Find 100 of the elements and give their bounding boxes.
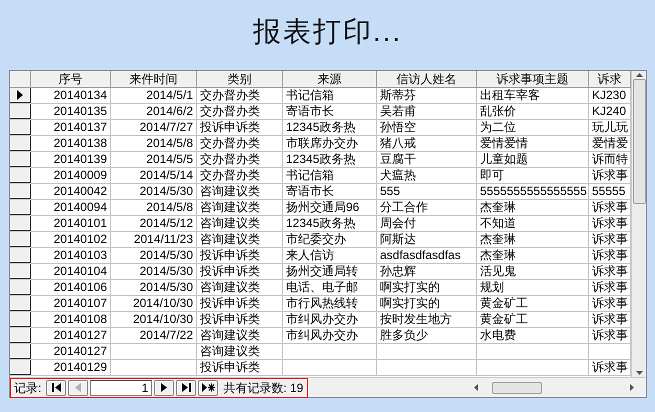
table-cell: 书记信箱 (283, 168, 377, 183)
scroll-right-icon[interactable] (630, 384, 634, 391)
table-cell: 投诉申诉类 (197, 296, 283, 311)
row-selector[interactable] (10, 360, 31, 375)
table-cell: 活见鬼 (477, 264, 589, 279)
table-cell: 投诉申诉类 (197, 360, 283, 375)
row-selector[interactable] (10, 248, 31, 263)
table-cell: 20140102 (31, 232, 111, 247)
next-record-icon (161, 383, 168, 392)
table-cell: 斯蒂芬 (377, 88, 477, 103)
column-header[interactable]: 信访人姓名 (377, 71, 477, 87)
row-selector[interactable] (10, 344, 31, 359)
table-cell: 吴若甫 (377, 104, 477, 119)
table-cell: 投诉申诉类 (197, 248, 283, 263)
table-cell: 啊实打实的 (377, 280, 477, 295)
row-selector[interactable] (10, 184, 31, 199)
column-header[interactable]: 来件时间 (111, 71, 197, 87)
last-record-icon (182, 383, 191, 392)
column-header[interactable]: 诉求事项主题 (477, 71, 589, 87)
scrollbar-thumb[interactable] (632, 79, 646, 204)
scrollbar-thumb[interactable] (492, 382, 542, 394)
table-cell: 交办督办类 (197, 104, 283, 119)
table-cell: 2014/10/30 (111, 296, 197, 311)
previous-record-icon (75, 383, 82, 392)
table-cell: 不知道 (477, 216, 589, 231)
row-selector[interactable] (10, 280, 31, 295)
table-cell: 20140042 (31, 184, 111, 199)
column-header[interactable]: 序号 (31, 71, 111, 87)
scroll-left-icon[interactable] (474, 384, 478, 391)
column-header[interactable]: 类别 (197, 71, 283, 87)
row-selector[interactable] (10, 200, 31, 215)
table-cell: 即可 (477, 168, 589, 183)
row-selector[interactable] (10, 136, 31, 151)
table-cell: 爱情爱情 (477, 136, 589, 151)
table-cell: 20140108 (31, 312, 111, 327)
table-cell: 20140139 (31, 152, 111, 167)
last-record-button[interactable] (176, 380, 196, 396)
table-cell: 2014/5/8 (111, 136, 197, 151)
table-cell: 胜多负少 (377, 328, 477, 343)
table-cell: 20140009 (31, 168, 111, 183)
first-record-icon (52, 383, 61, 392)
table-cell: 儿童如题 (477, 152, 589, 167)
table-cell: 交办督办类 (197, 152, 283, 167)
table-cell: 2014/7/27 (111, 120, 197, 135)
current-row-icon (17, 90, 23, 100)
row-selector[interactable] (10, 152, 31, 167)
table-cell: 杰奎琳 (477, 200, 589, 215)
row-selector[interactable] (10, 168, 31, 183)
row-selector[interactable] (10, 216, 31, 231)
table-cell: 2014/11/23 (111, 232, 197, 247)
row-selector[interactable] (10, 328, 31, 343)
first-record-button[interactable] (46, 380, 66, 396)
table-cell: 20140127 (31, 328, 111, 343)
table-cell: 2014/5/30 (111, 264, 197, 279)
table-cell: 咨询建议类 (197, 200, 283, 215)
row-selector[interactable] (10, 88, 31, 103)
record-count: 共有记录数: 19 (223, 380, 304, 396)
table-cell: 寄语市长 (283, 184, 377, 199)
table-cell: 咨询建议类 (197, 216, 283, 231)
column-header[interactable]: 来源 (283, 71, 377, 87)
table-cell: 市纪委交办 (283, 232, 377, 247)
table-cell: 扬州交通局96 (283, 200, 377, 215)
table-cell: 啊实打实的 (377, 296, 477, 311)
table-cell: 2014/5/30 (111, 184, 197, 199)
table-cell: 20140107 (31, 296, 111, 311)
table-cell: 20140103 (31, 248, 111, 263)
table-cell: 咨询建议类 (197, 232, 283, 247)
table-cell: 杰奎琳 (477, 232, 589, 247)
next-record-button[interactable] (154, 380, 174, 396)
table-cell: 豆腐干 (377, 152, 477, 167)
table-cell: 投诉申诉类 (197, 120, 283, 135)
table-cell: 水电费 (477, 328, 589, 343)
table-cell: 5555555555555555 (477, 184, 589, 199)
table-cell: 咨询建议类 (197, 344, 283, 359)
record-label: 记录: (14, 380, 42, 396)
record-number-field[interactable]: 1 (90, 380, 152, 396)
table-cell: 孙悟空 (377, 120, 477, 135)
vertical-scrollbar[interactable] (631, 71, 646, 377)
table-cell: 12345政务热 (283, 216, 377, 231)
table-cell: 书记信箱 (283, 88, 377, 103)
table-cell: 2014/7/22 (111, 328, 197, 343)
row-selector[interactable] (10, 312, 31, 327)
table-cell: 2014/10/30 (111, 312, 197, 327)
table-cell: 交办督办类 (197, 168, 283, 183)
table-cell: 2014/6/2 (111, 104, 197, 119)
table-cell: 阿斯达 (377, 232, 477, 247)
new-record-button[interactable] (198, 380, 218, 396)
table-cell: 2014/5/1 (111, 88, 197, 103)
row-selector[interactable] (10, 104, 31, 119)
table-cell: 乱张价 (477, 104, 589, 119)
table-cell: 电话、电子邮 (283, 280, 377, 295)
scroll-up-icon[interactable] (636, 73, 642, 77)
row-selector[interactable] (10, 296, 31, 311)
scroll-down-icon[interactable] (636, 371, 642, 375)
row-selector[interactable] (10, 264, 31, 279)
row-selector[interactable] (10, 120, 31, 135)
row-selector[interactable] (10, 232, 31, 247)
table-cell: asdfasdfasdfas (377, 248, 477, 263)
table-cell: 市联席办交办 (283, 136, 377, 151)
table-cell: 市纠风办交办 (283, 312, 377, 327)
